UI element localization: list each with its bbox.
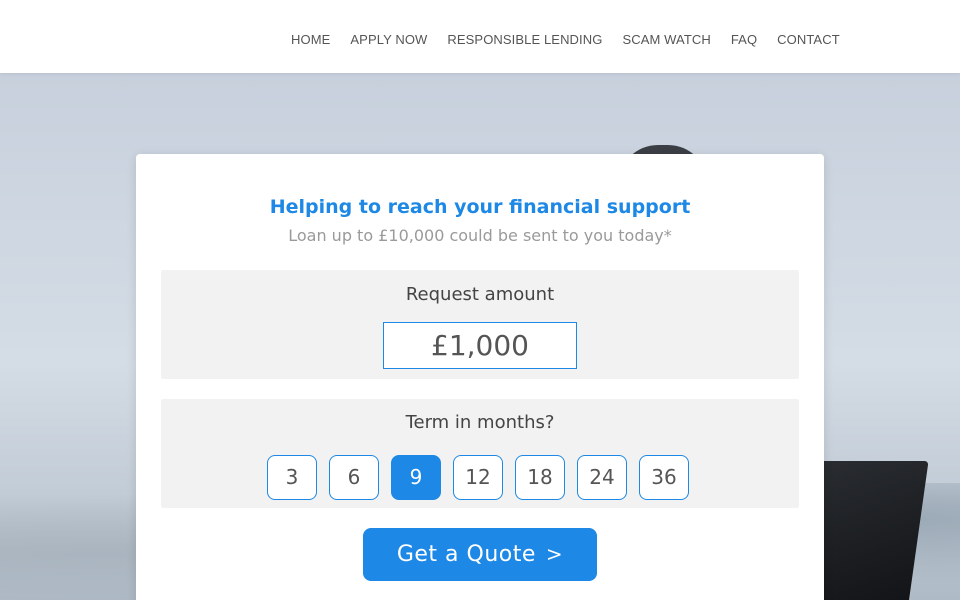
nav-item-scam-watch[interactable]: SCAM WATCH <box>622 32 710 47</box>
nav-item-contact[interactable]: CONTACT <box>777 32 840 47</box>
get-a-quote-label: Get a Quote <box>396 542 536 567</box>
term-option-9[interactable]: 9 <box>391 455 441 500</box>
term-option-36[interactable]: 36 <box>639 455 689 500</box>
get-a-quote-button[interactable]: Get a Quote > <box>363 528 597 581</box>
card-headline: Helping to reach your financial support <box>269 196 691 218</box>
nav-item-responsible-lending[interactable]: RESPONSIBLE LENDING <box>447 32 602 47</box>
top-navigation-bar: HOME APPLY NOW RESPONSIBLE LENDING SCAM … <box>0 0 960 73</box>
term-option-18[interactable]: 18 <box>515 455 565 500</box>
nav-item-faq[interactable]: FAQ <box>731 32 757 47</box>
term-options: 3 6 9 12 18 24 36 <box>267 455 701 500</box>
term-label: Term in months? <box>405 412 555 433</box>
term-option-6[interactable]: 6 <box>329 455 379 500</box>
term-option-12[interactable]: 12 <box>453 455 503 500</box>
term-option-24[interactable]: 24 <box>577 455 627 500</box>
nav-item-apply-now[interactable]: APPLY NOW <box>350 32 427 47</box>
term-panel: Term in months? 3 6 9 12 18 24 36 <box>161 399 799 508</box>
chevron-right-icon: > <box>545 542 564 566</box>
request-amount-label: Request amount <box>405 284 555 305</box>
card-subline: Loan up to £10,000 could be sent to you … <box>288 226 672 245</box>
term-option-3[interactable]: 3 <box>267 455 317 500</box>
request-amount-input[interactable]: £1,000 <box>383 322 577 369</box>
nav-item-home[interactable]: HOME <box>291 32 330 47</box>
main-menu: HOME APPLY NOW RESPONSIBLE LENDING SCAM … <box>291 32 860 47</box>
request-amount-panel: Request amount £1,000 <box>161 270 799 379</box>
loan-quote-card: Helping to reach your financial support … <box>136 154 824 600</box>
